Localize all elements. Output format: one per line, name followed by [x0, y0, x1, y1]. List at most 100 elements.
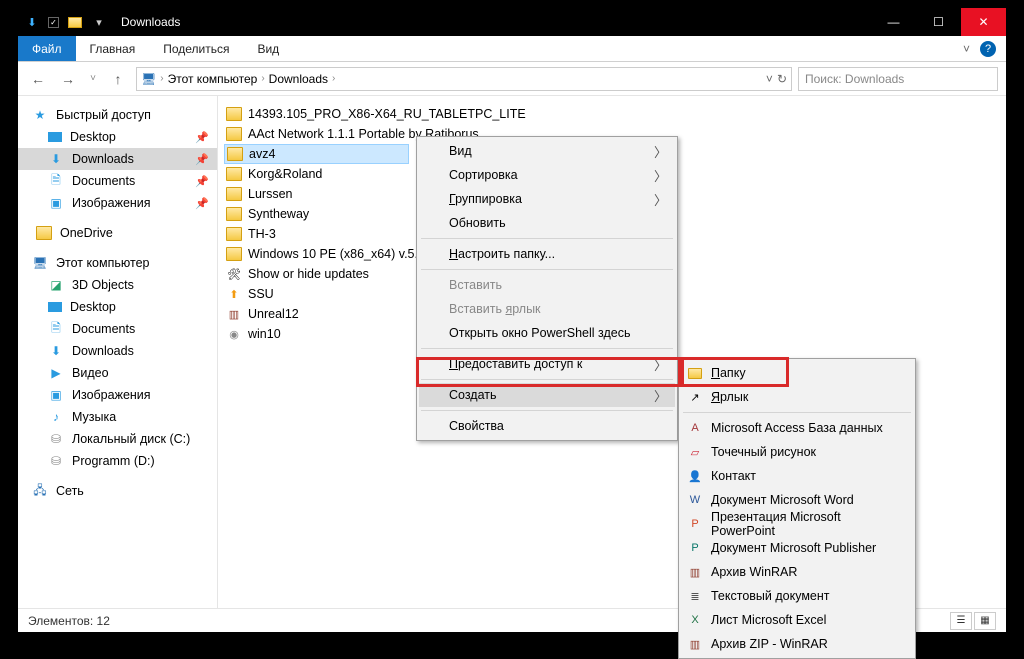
ctx-share-access[interactable]: Предоставить доступ к〉: [419, 352, 675, 376]
onedrive-header[interactable]: OneDrive: [18, 222, 217, 244]
diagcab-icon: 🛠: [226, 266, 242, 282]
breadcrumb-root[interactable]: Этот компьютер: [168, 72, 258, 86]
submenu-access[interactable]: AMicrosoft Access База данных: [681, 416, 913, 440]
separator: [421, 269, 673, 270]
list-item[interactable]: 14393.105_PRO_X86-X64_RU_TABLETPC_LITE: [224, 104, 1000, 124]
nav-recent-dropdown[interactable]: ˅: [86, 67, 100, 91]
submenu-txt[interactable]: ≣Текстовый документ: [681, 584, 913, 608]
nav-forward[interactable]: →: [56, 67, 80, 91]
excel-icon: X: [687, 612, 703, 628]
sidebar-item-downloads[interactable]: ⬇ Downloads 📌: [18, 148, 217, 170]
chevron-right-icon: 〉: [654, 355, 667, 374]
sidebar-item-diskc[interactable]: ⛁Локальный диск (C:): [18, 428, 217, 450]
folder-icon: [226, 187, 242, 201]
ctx-properties[interactable]: Свойства: [419, 414, 675, 438]
publisher-icon: P: [687, 540, 703, 556]
rar-icon: ▥: [687, 564, 703, 580]
separator: [421, 379, 673, 380]
minimize-button[interactable]: —: [871, 8, 916, 36]
refresh-icon[interactable]: ↻: [777, 72, 787, 86]
sidebar-item-documents[interactable]: 🗎 Documents 📌: [18, 170, 217, 192]
submenu-excel[interactable]: XЛист Microsoft Excel: [681, 608, 913, 632]
nav-up[interactable]: ↑: [106, 67, 130, 91]
folder-icon: [226, 127, 242, 141]
archive-icon: ▥: [226, 306, 242, 322]
submenu-ppt[interactable]: PПрезентация Microsoft PowerPoint: [681, 512, 913, 536]
ctx-powershell[interactable]: Открыть окно PowerShell здесь: [419, 321, 675, 345]
submenu-zip[interactable]: ▥Архив ZIP - WinRAR: [681, 632, 913, 656]
file-tab[interactable]: Файл: [18, 36, 76, 61]
submenu-publisher[interactable]: PДокумент Microsoft Publisher: [681, 536, 913, 560]
folder-icon: [226, 207, 242, 221]
chevron-right-icon[interactable]: ›: [332, 73, 335, 84]
sidebar-item-music[interactable]: ♪Музыка: [18, 406, 217, 428]
shortcut-icon: ↗: [687, 389, 703, 405]
address-bar[interactable]: 🖥 › Этот компьютер › Downloads › ˅ ↻: [136, 67, 792, 91]
breadcrumb-current[interactable]: Downloads: [269, 72, 328, 86]
video-icon: ▶: [48, 365, 64, 381]
disk-icon: ⛁: [48, 431, 64, 447]
sidebar-item-diskd[interactable]: ⛁Programm (D:): [18, 450, 217, 472]
separator: [421, 410, 673, 411]
down-arrow-icon[interactable]: ⬇: [24, 14, 40, 30]
submenu-word[interactable]: WДокумент Microsoft Word: [681, 488, 913, 512]
sidebar-item-3dobjects[interactable]: ◪3D Objects: [18, 274, 217, 296]
sidebar-item-desktop[interactable]: Desktop: [18, 296, 217, 318]
folder-qat-icon[interactable]: [67, 14, 83, 30]
chevron-right-icon: 〉: [654, 166, 667, 185]
submenu-bmp[interactable]: ▱Точечный рисунок: [681, 440, 913, 464]
access-icon: A: [687, 420, 703, 436]
nav-pane: ★ Быстрый доступ Desktop 📌 ⬇ Downloads 📌…: [18, 96, 218, 608]
ctx-paste-shortcut: Вставить ярлык: [419, 297, 675, 321]
icons-view-button[interactable]: ▦: [974, 612, 996, 630]
sidebar-item-video[interactable]: ▶Видео: [18, 362, 217, 384]
sidebar-item-desktop[interactable]: Desktop 📌: [18, 126, 217, 148]
zip-icon: ▥: [687, 636, 703, 652]
ctx-refresh[interactable]: Обновить: [419, 211, 675, 235]
submenu-rar[interactable]: ▥Архив WinRAR: [681, 560, 913, 584]
tab-view[interactable]: Вид: [243, 36, 293, 61]
close-button[interactable]: ✕: [961, 8, 1006, 36]
disk-icon: ⛁: [48, 453, 64, 469]
folder-icon: [226, 167, 242, 181]
ctx-create[interactable]: Создать〉: [419, 383, 675, 407]
nav-back[interactable]: ←: [26, 67, 50, 91]
submenu-folder[interactable]: Папку: [681, 361, 913, 385]
ctx-view[interactable]: Вид〉: [419, 139, 675, 163]
tab-share[interactable]: Поделиться: [149, 36, 243, 61]
maximize-button[interactable]: ☐: [916, 8, 961, 36]
checkbox-icon[interactable]: ✓: [48, 17, 59, 28]
sidebar-item-pictures[interactable]: ▣Изображения: [18, 384, 217, 406]
sidebar-item-documents[interactable]: 🗎Documents: [18, 318, 217, 340]
documents-icon: 🗎: [48, 173, 64, 189]
contact-icon: 👤: [687, 468, 703, 484]
disc-icon: ◉: [226, 326, 242, 342]
address-dropdown-icon[interactable]: ˅: [766, 72, 773, 86]
quick-access-header[interactable]: ★ Быстрый доступ: [18, 104, 217, 126]
help-icon[interactable]: ?: [980, 41, 996, 57]
sidebar-item-downloads[interactable]: ⬇Downloads: [18, 340, 217, 362]
tab-home[interactable]: Главная: [76, 36, 150, 61]
pin-icon: 📌: [195, 153, 209, 166]
folder-icon: [36, 226, 52, 240]
list-item[interactable]: avz4: [224, 144, 409, 164]
chevron-right-icon[interactable]: ›: [160, 73, 163, 84]
sidebar-item-pictures[interactable]: ▣ Изображения 📌: [18, 192, 217, 214]
ctx-sort[interactable]: Сортировка〉: [419, 163, 675, 187]
search-input[interactable]: Поиск: Downloads: [798, 67, 998, 91]
network-header[interactable]: 🖧 Сеть: [18, 480, 217, 502]
ribbon-expand-icon[interactable]: ˅: [963, 42, 970, 56]
chevron-right-icon[interactable]: ›: [261, 73, 264, 84]
bmp-icon: ▱: [687, 444, 703, 460]
qat: ⬇ ✓ ▾: [18, 14, 107, 30]
qat-dropdown-icon[interactable]: ▾: [91, 14, 107, 30]
separator: [683, 412, 911, 413]
details-view-button[interactable]: ☰: [950, 612, 972, 630]
submenu-contact[interactable]: 👤Контакт: [681, 464, 913, 488]
ctx-customize[interactable]: Настроить папку...: [419, 242, 675, 266]
3d-icon: ◪: [48, 277, 64, 293]
thispc-header[interactable]: 🖥 Этот компьютер: [18, 252, 217, 274]
ctx-group[interactable]: Группировка〉: [419, 187, 675, 211]
create-submenu: Папку ↗Ярлык AMicrosoft Access База данн…: [678, 358, 916, 659]
submenu-shortcut[interactable]: ↗Ярлык: [681, 385, 913, 409]
